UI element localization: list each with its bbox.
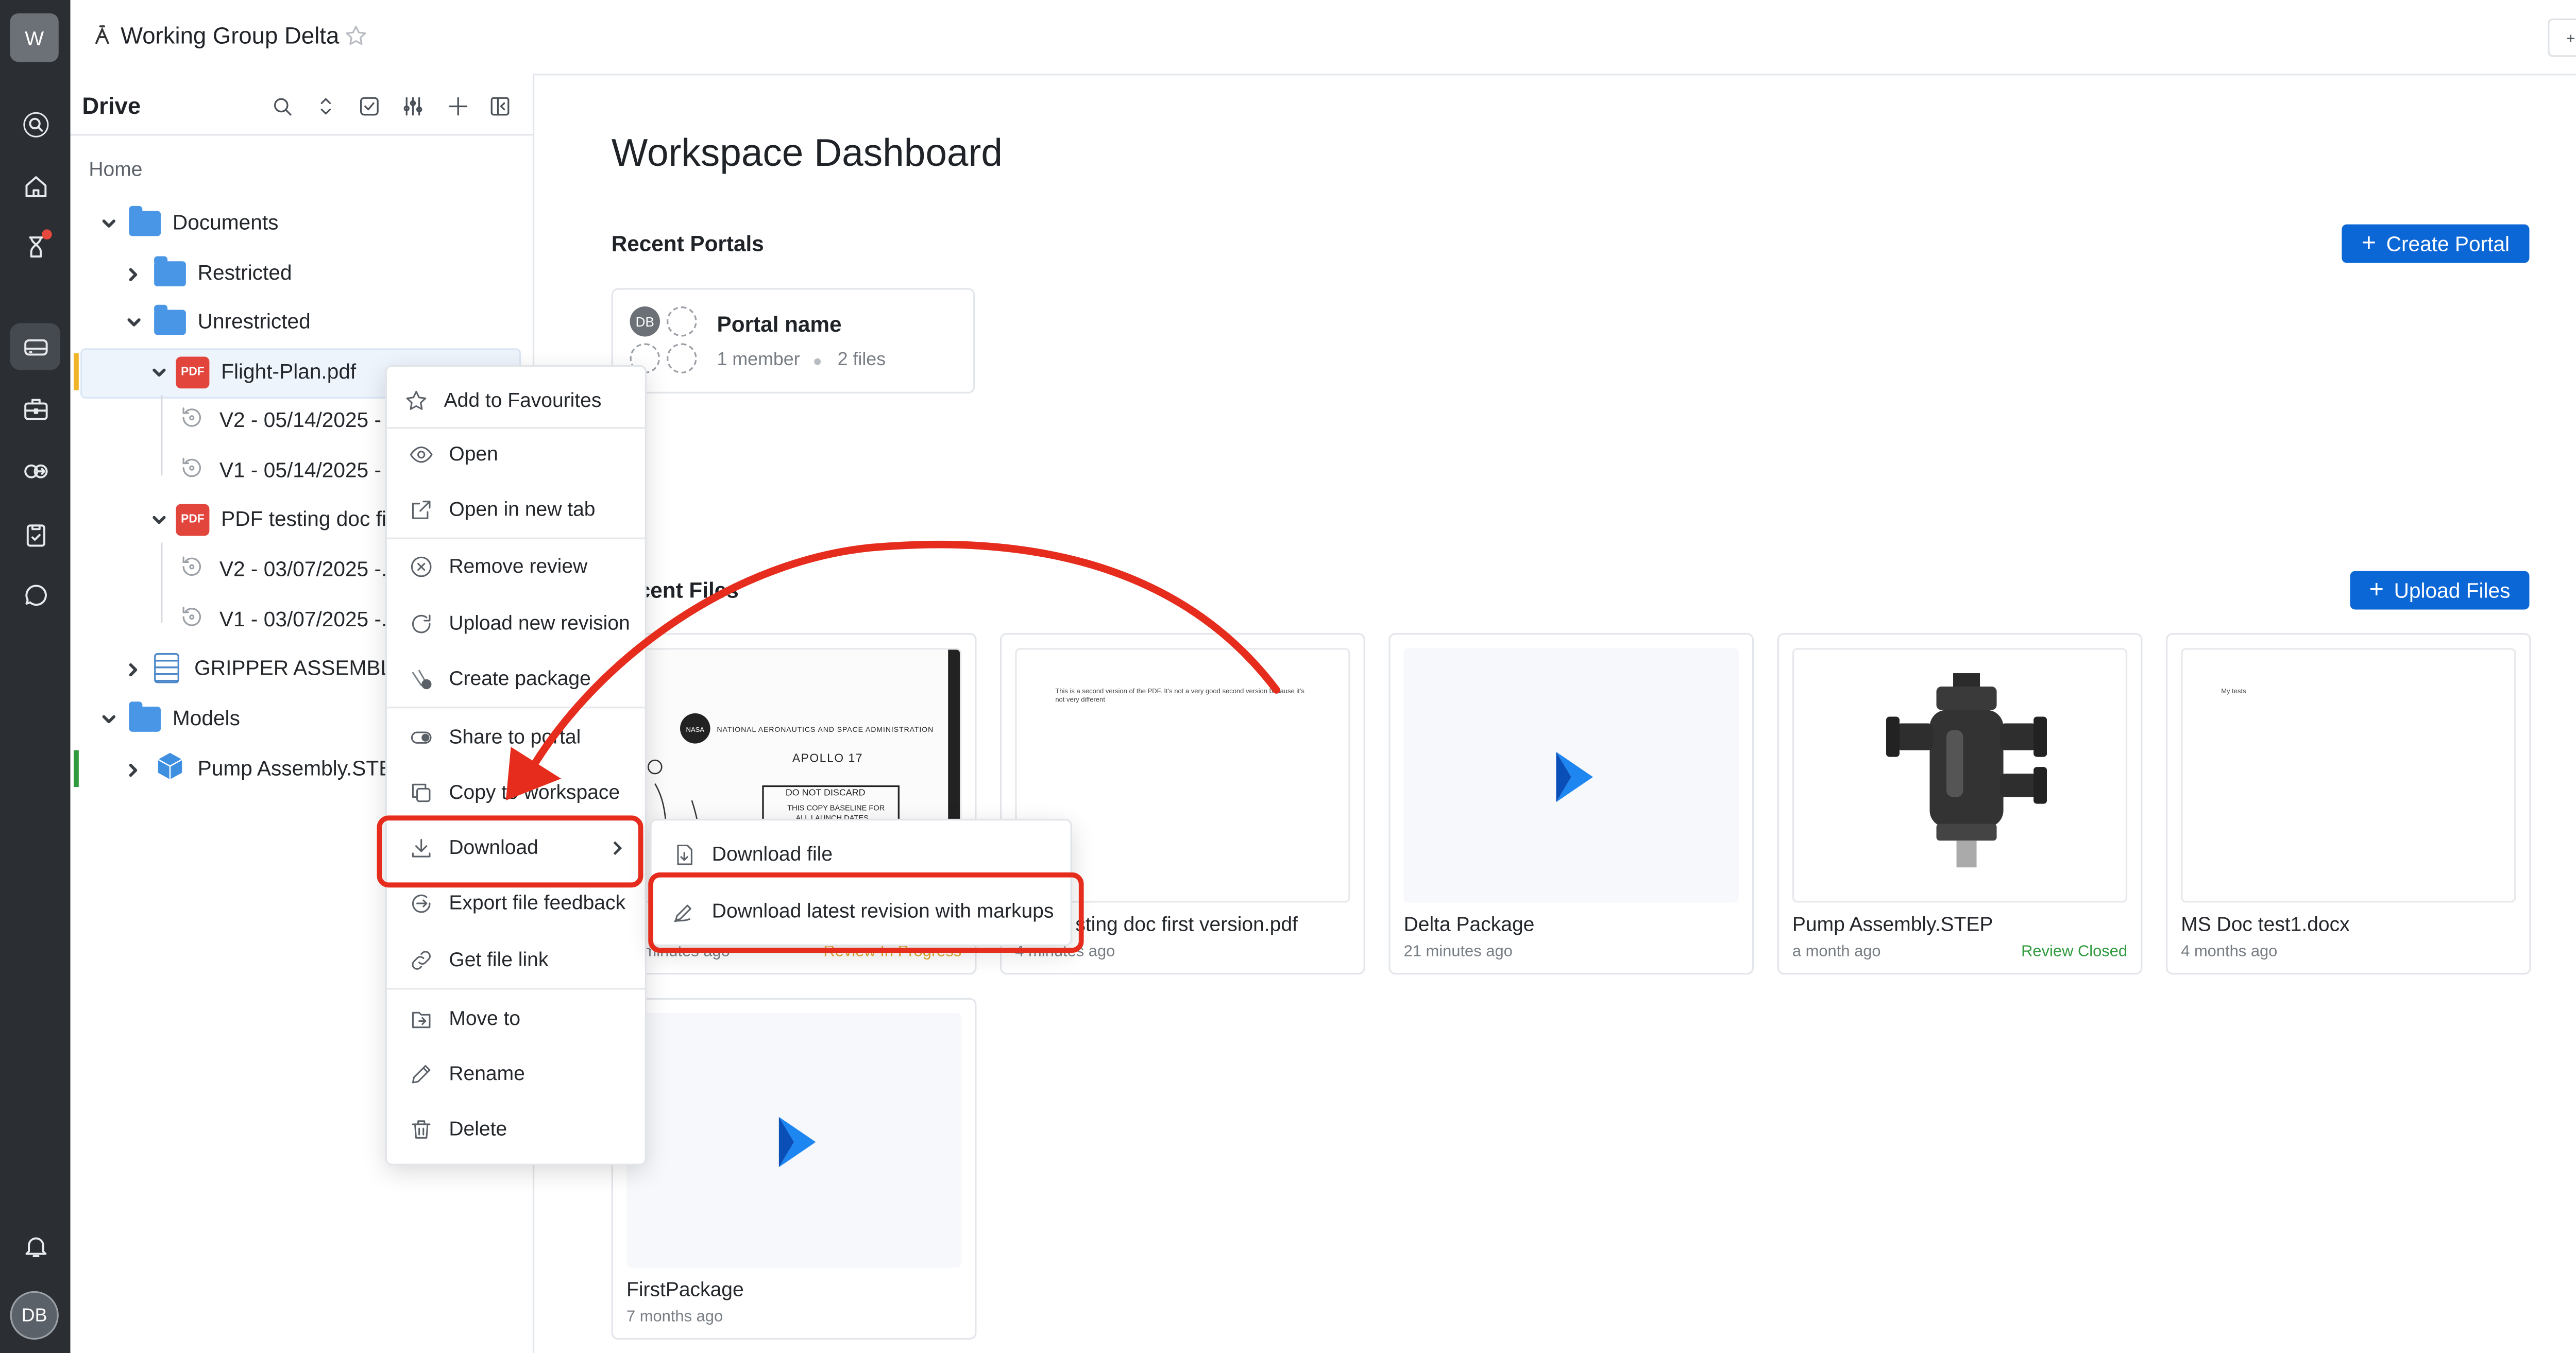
annotation-arrow xyxy=(505,540,1280,801)
